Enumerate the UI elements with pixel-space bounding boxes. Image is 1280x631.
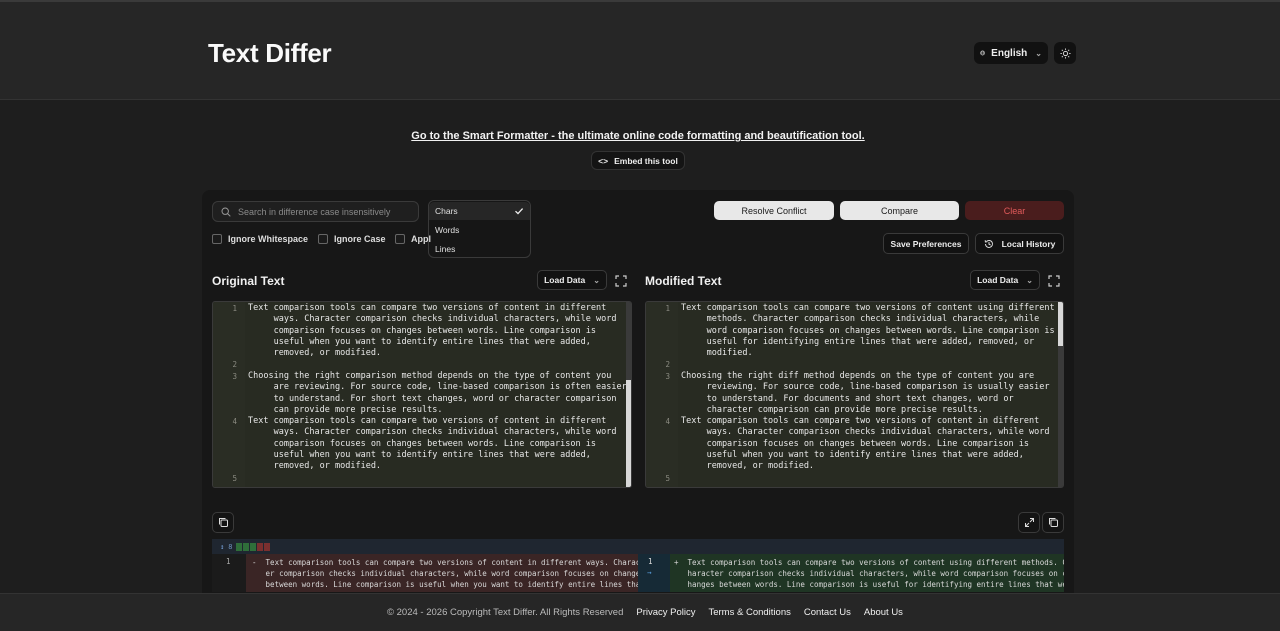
embed-label: Embed this tool xyxy=(614,155,678,166)
line-number: 1 xyxy=(648,557,653,566)
code-line: Text comparison tools can compare two ve… xyxy=(681,303,1055,359)
copy-result-button[interactable] xyxy=(1042,512,1064,533)
line-number: 4 xyxy=(232,417,237,426)
code-line: Choosing the right comparison method dep… xyxy=(248,371,627,415)
fullscreen-icon[interactable] xyxy=(614,274,628,288)
diff-result-view: ↕ 8 1 - Text comparison tools can compar… xyxy=(212,539,1064,592)
embed-tool-button[interactable]: <> Embed this tool xyxy=(591,151,685,170)
added-text: + Text comparison tools can compare two … xyxy=(674,558,1064,589)
check-icon xyxy=(515,208,524,215)
footer: © 2024 - 2026 Copyright Text Differ. All… xyxy=(0,593,1280,631)
diff-left-gutter: 1 xyxy=(212,554,246,592)
expand-diff-button[interactable] xyxy=(1018,512,1040,533)
history-icon xyxy=(984,239,993,248)
modified-text-editor[interactable]: 1 Text comparison tools can compare two … xyxy=(645,301,1064,488)
original-text-title: Original Text xyxy=(212,274,285,288)
removed-text: - Text comparison tools can compare two … xyxy=(252,558,645,589)
ignore-whitespace-checkbox[interactable] xyxy=(212,234,222,244)
modified-text-title: Modified Text xyxy=(645,274,722,288)
ignore-whitespace-option[interactable]: Ignore Whitespace xyxy=(212,234,308,244)
ignore-case-checkbox[interactable] xyxy=(318,234,328,244)
line-number: 3 xyxy=(665,372,670,381)
original-load-data-button[interactable]: Load Data ⌄ xyxy=(537,270,607,290)
diff-right-gutter: 1 → xyxy=(638,554,670,592)
save-preferences-button[interactable]: Save Preferences xyxy=(883,233,969,254)
expand-hunk-icon[interactable]: ↕ xyxy=(220,543,224,551)
sun-icon xyxy=(1059,47,1071,59)
mode-option-words[interactable]: Words xyxy=(429,221,530,239)
line-gutter xyxy=(213,302,245,487)
code-line: Choosing the right diff method depends o… xyxy=(681,371,1050,415)
mode-option-lines[interactable]: Lines xyxy=(429,240,530,258)
copyright-text: © 2024 - 2026 Copyright Text Differ. All… xyxy=(387,607,624,618)
search-input[interactable] xyxy=(238,206,408,217)
line-gutter xyxy=(646,302,678,487)
search-box[interactable] xyxy=(212,201,419,222)
line-number: 1 xyxy=(665,304,670,313)
compare-mode-dropdown[interactable]: Chars Words Lines xyxy=(428,200,531,258)
copy-icon xyxy=(1048,518,1058,527)
diff-removed-block: - Text comparison tools can compare two … xyxy=(246,554,645,592)
theme-toggle-button[interactable] xyxy=(1054,42,1076,64)
apply-option[interactable]: Appl xyxy=(395,234,431,244)
line-number: 2 xyxy=(232,360,237,369)
line-number: 5 xyxy=(232,474,237,483)
code-icon: <> xyxy=(598,155,609,166)
ignore-case-option[interactable]: Ignore Case xyxy=(318,234,386,244)
scrollbar-thumb[interactable] xyxy=(626,380,631,487)
line-number: 2 xyxy=(665,360,670,369)
copy-icon xyxy=(218,518,228,527)
scrollbar-thumb[interactable] xyxy=(1058,302,1063,346)
copy-diff-button[interactable] xyxy=(212,512,234,533)
modified-load-data-button[interactable]: Load Data ⌄ xyxy=(970,270,1040,290)
code-line: Text comparison tools can compare two ve… xyxy=(248,303,617,359)
privacy-policy-link[interactable]: Privacy Policy xyxy=(636,607,695,618)
search-icon xyxy=(221,206,231,217)
globe-icon xyxy=(980,50,985,56)
about-link[interactable]: About Us xyxy=(864,607,903,618)
code-line: Text comparison tools can compare two ve… xyxy=(248,416,617,472)
mode-option-chars[interactable]: Chars xyxy=(429,202,530,220)
local-history-button[interactable]: Local History xyxy=(975,233,1064,254)
app-header: Text Differ English ⌄ xyxy=(0,2,1280,100)
terms-link[interactable]: Terms & Conditions xyxy=(708,607,790,618)
resolve-conflict-button[interactable]: Resolve Conflict xyxy=(714,201,834,220)
chevron-down-icon: ⌄ xyxy=(1035,48,1042,58)
line-number: 3 xyxy=(232,372,237,381)
change-stats-bar xyxy=(236,542,271,551)
app-title: Text Differ xyxy=(208,38,332,68)
smart-formatter-link[interactable]: Go to the Smart Formatter - the ultimate… xyxy=(0,130,1276,142)
chevron-down-icon: ⌄ xyxy=(1026,275,1033,285)
language-label: English xyxy=(991,47,1028,59)
contact-link[interactable]: Contact Us xyxy=(804,607,851,618)
line-number: 1 xyxy=(232,304,237,313)
compare-button[interactable]: Compare xyxy=(840,201,959,220)
original-text-editor[interactable]: 1 Text comparison tools can compare two … xyxy=(212,301,632,488)
line-number: 4 xyxy=(665,417,670,426)
diff-hunk-header: ↕ 8 xyxy=(212,539,1064,554)
code-line: Text comparison tools can compare two ve… xyxy=(681,416,1050,472)
arrow-right-icon[interactable]: → xyxy=(647,568,652,577)
line-number: 1 xyxy=(226,557,231,566)
hunk-count: 8 xyxy=(228,542,233,551)
chevron-down-icon: ⌄ xyxy=(593,275,600,285)
diff-added-block: + Text comparison tools can compare two … xyxy=(670,554,1064,592)
expand-icon xyxy=(1024,518,1034,527)
fullscreen-icon[interactable] xyxy=(1047,274,1061,288)
clear-button[interactable]: Clear xyxy=(965,201,1064,220)
line-number: 5 xyxy=(665,474,670,483)
apply-checkbox[interactable] xyxy=(395,234,405,244)
language-select[interactable]: English ⌄ xyxy=(974,42,1048,64)
